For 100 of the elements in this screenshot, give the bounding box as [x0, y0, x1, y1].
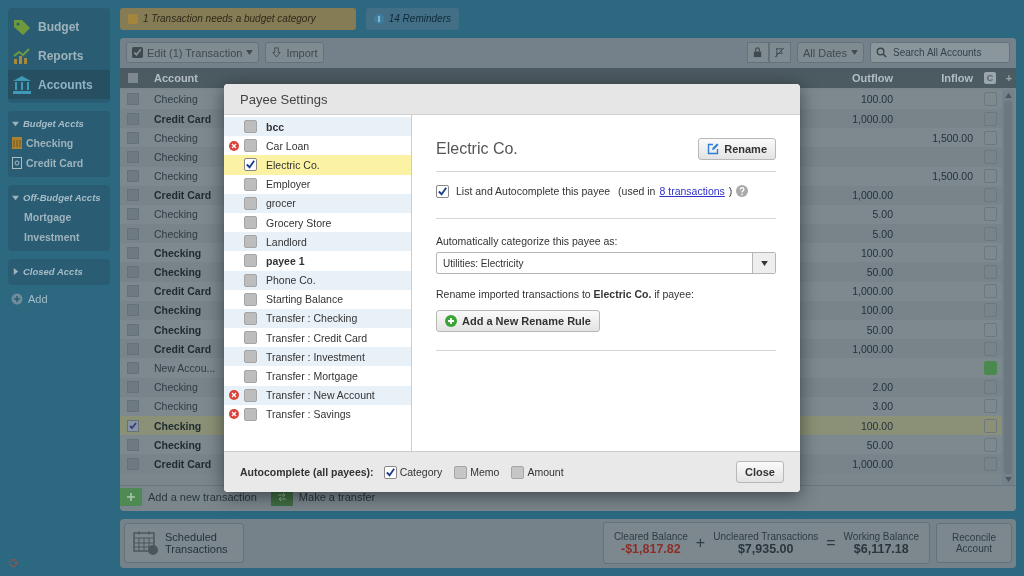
cleared-column-header[interactable]: C — [984, 71, 996, 84]
payee-list-item[interactable]: Transfer : Savings — [224, 404, 411, 424]
add-rename-rule-button[interactable]: Add a New Rename Rule — [436, 310, 600, 332]
scrollbar[interactable] — [1002, 89, 1014, 485]
payee-list-item[interactable]: Phone Co. — [224, 270, 411, 290]
dialog-title: Payee Settings — [240, 91, 328, 107]
caret-icon — [851, 50, 858, 56]
caret-down-icon — [12, 193, 19, 201]
edit-icon — [707, 143, 720, 155]
payee-list-item[interactable]: Grocery Store — [224, 212, 411, 233]
scheduled-transactions-button[interactable]: Scheduled Transactions — [124, 523, 244, 564]
outflow-cell-text: 100.00 — [859, 419, 894, 432]
edit-transaction-button[interactable]: Edit (1) Transaction — [126, 42, 260, 64]
account-cell-text: Checking — [153, 208, 199, 221]
payee-checkbox[interactable] — [244, 369, 257, 383]
payee-list-item[interactable]: Transfer : Checking — [224, 308, 411, 329]
payee-checkbox[interactable] — [244, 216, 257, 230]
scroll-up-icon[interactable] — [1004, 92, 1012, 98]
account-cell-text: Checking — [153, 170, 199, 183]
payee-checkbox[interactable] — [244, 235, 257, 249]
reconcile-account-button[interactable]: Reconcile Account — [936, 523, 1012, 564]
outflow-cell-text: 1,000.00 — [851, 342, 894, 355]
payee-list-item[interactable]: Transfer : New Account — [224, 385, 411, 405]
list-checkbox[interactable] — [436, 184, 449, 198]
payee-list-item[interactable]: payee 1 — [224, 251, 411, 271]
account-group-header[interactable]: Closed Accts — [12, 263, 106, 279]
payee-checkbox[interactable] — [244, 158, 257, 172]
payee-list-item[interactable]: Car Loan — [224, 136, 411, 156]
payee-checkbox[interactable] — [244, 273, 257, 287]
payee-checkbox[interactable] — [244, 120, 257, 134]
payee-list-item[interactable]: Employer — [224, 174, 411, 194]
payee-checkbox[interactable] — [244, 254, 257, 268]
flag-off-button[interactable] — [768, 42, 791, 64]
notice-badge[interactable]: 14 Reminders — [365, 8, 459, 30]
account-cell-text: Checking — [153, 131, 199, 144]
rename-rule-text: Rename imported transactions to Electric Co. if payee: — [436, 288, 695, 300]
payee-checkbox[interactable] — [244, 177, 257, 191]
help-icon[interactable] — [736, 185, 749, 197]
autocomplete-checkbox[interactable] — [383, 465, 397, 479]
account-cell-text: New Accou... — [153, 362, 217, 374]
account-item[interactable]: Credit Card — [12, 155, 106, 171]
add-account-link[interactable]: Add — [28, 293, 48, 305]
payee-list-item[interactable]: bcc — [224, 117, 411, 137]
cleared-toggle[interactable] — [983, 418, 997, 433]
usage-text: (used in — [618, 185, 656, 197]
payee-checkbox[interactable] — [244, 331, 257, 345]
crossed-flag-icon — [774, 47, 786, 59]
category-dropdown[interactable]: Utilities: Electricity — [436, 252, 776, 274]
transactions-link[interactable]: 8 transactions — [659, 185, 725, 197]
outflow-cell-text: 1,000.00 — [851, 285, 894, 298]
account-cell-text: Credit Card — [153, 189, 213, 202]
account-group-header[interactable]: Off-Budget Accts — [12, 189, 106, 205]
select-all-checkbox[interactable] — [128, 72, 138, 83]
payee-list-item[interactable]: grocer — [224, 193, 411, 213]
inflow-cell-text: 1,500.00 — [931, 170, 974, 183]
account-group-header[interactable]: Budget Accts — [12, 115, 106, 131]
payee-list-item[interactable]: Transfer : Investment — [224, 347, 411, 367]
close-button[interactable]: Close — [736, 461, 784, 483]
payee-checkbox[interactable] — [244, 388, 257, 402]
scroll-down-icon[interactable] — [1004, 476, 1012, 482]
column-header[interactable]: Account — [146, 71, 246, 84]
add-column-button[interactable]: + — [1002, 71, 1016, 84]
payee-list-item[interactable]: Transfer : Credit Card — [224, 328, 411, 348]
payee-list-item[interactable]: Starting Balance — [224, 289, 411, 309]
balance-value: -$1,817.82 — [620, 541, 681, 556]
nav-item[interactable]: Budget — [8, 12, 110, 41]
settings-icon[interactable] — [8, 558, 18, 568]
outflow-cell-text: 1,000.00 — [851, 189, 894, 202]
account-item[interactable]: Mortgage — [12, 209, 106, 225]
payee-checkbox[interactable] — [244, 350, 257, 364]
warning-icon — [128, 13, 138, 24]
payee-checkbox[interactable] — [244, 311, 257, 325]
payee-checkbox[interactable] — [244, 139, 257, 153]
account-item[interactable]: Investment — [12, 229, 106, 245]
lock-button[interactable] — [746, 42, 769, 64]
account-cell-text: Checking — [153, 419, 203, 432]
payee-checkbox[interactable] — [244, 407, 257, 421]
account-item[interactable]: Checking — [12, 135, 106, 151]
import-button[interactable]: Import — [265, 42, 324, 64]
column-header[interactable]: Inflow — [898, 71, 978, 84]
add-transaction-button[interactable]: Add a new transaction — [120, 487, 263, 506]
payee-list-item[interactable]: Electric Co. — [224, 155, 411, 175]
autocomplete-checkbox[interactable] — [454, 465, 468, 479]
row-checkbox[interactable] — [127, 419, 139, 432]
nav-item[interactable]: Accounts — [8, 70, 110, 99]
chart-icon — [12, 45, 32, 66]
payee-checkbox[interactable] — [244, 196, 257, 210]
payee-list-item[interactable]: Landlord — [224, 232, 411, 252]
column-header[interactable]: Outflow — [808, 71, 898, 84]
payee-checkbox[interactable] — [244, 292, 257, 306]
rename-button[interactable]: Rename — [698, 138, 776, 160]
autocomplete-checkbox[interactable] — [511, 465, 525, 479]
payee-list-item[interactable]: Transfer : Mortgage — [224, 366, 411, 386]
nav-item[interactable]: Reports — [8, 41, 110, 70]
inflow-cell-text: 1,500.00 — [931, 131, 974, 144]
search-field[interactable]: Search All Accounts — [870, 42, 1010, 64]
date-filter-dropdown[interactable]: All Dates — [796, 42, 864, 64]
balance-label: Uncleared Transactions — [713, 530, 819, 542]
notice-badge[interactable]: 1 Transaction needs a budget category — [120, 8, 356, 30]
cleared-toggle[interactable] — [983, 361, 997, 375]
